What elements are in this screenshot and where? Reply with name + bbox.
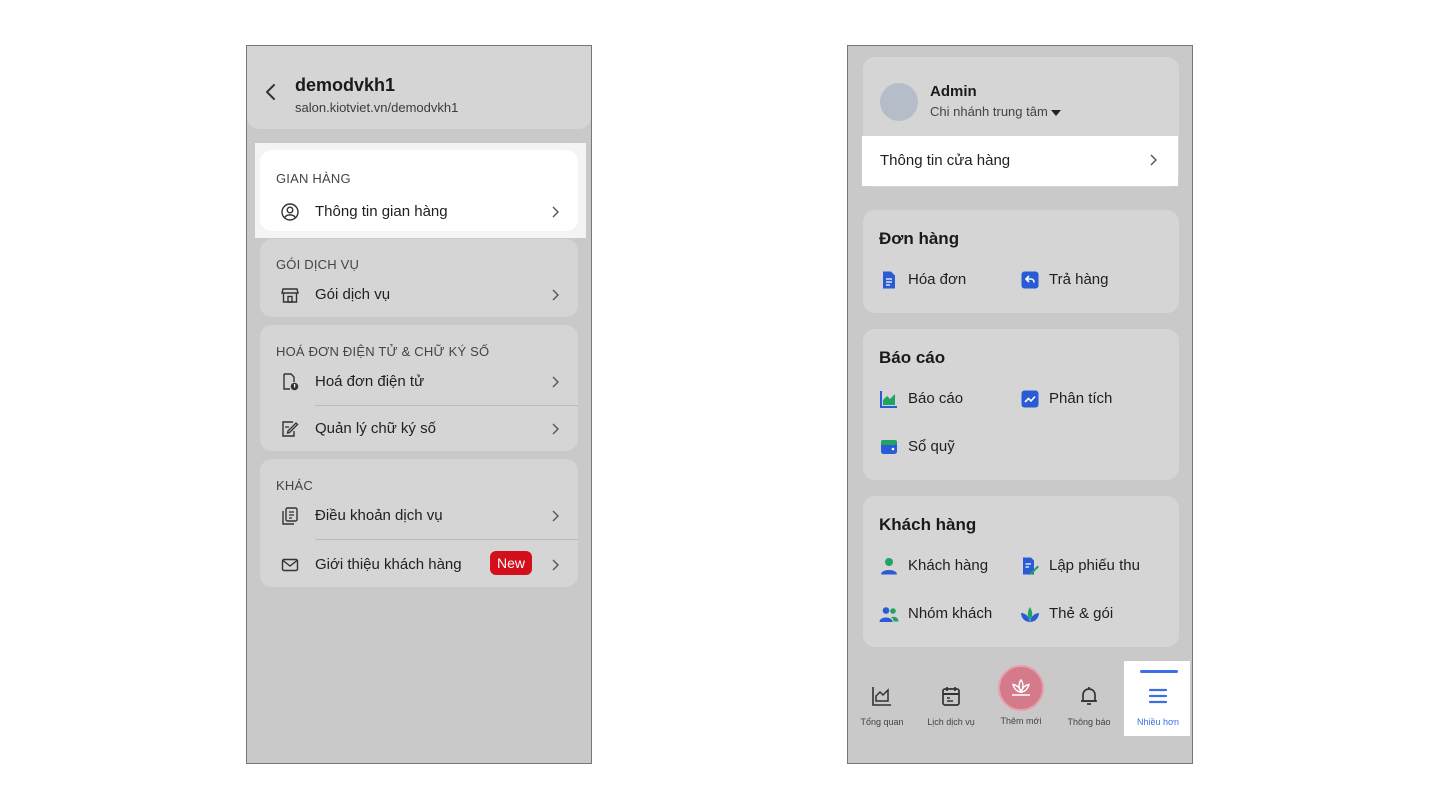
menu-item-thong-tin-gian-hang[interactable]: Thông tin gian hàng bbox=[260, 194, 578, 230]
menu-icon bbox=[1148, 688, 1168, 704]
store-info-button[interactable]: Thông tin cửa hàng bbox=[862, 136, 1178, 186]
tab-notifications[interactable]: Thông báo bbox=[1057, 684, 1121, 734]
chevron-right-icon bbox=[552, 423, 559, 435]
menu-tra-hang[interactable]: Trả hàng bbox=[1020, 268, 1160, 292]
menu-phan-tich[interactable]: Phân tích bbox=[1020, 387, 1160, 411]
menu-label: Phân tích bbox=[1049, 390, 1113, 407]
tab-schedule[interactable]: Lịch dịch vụ bbox=[919, 684, 983, 734]
menu-label: Khách hàng bbox=[908, 557, 989, 574]
menu-label: Thẻ & gói bbox=[1049, 605, 1114, 622]
menu-item-label: Gói dịch vụ bbox=[315, 286, 391, 303]
menu-item-dieu-khoan-dich-vu[interactable]: Điều khoản dịch vụ bbox=[260, 498, 578, 534]
mail-icon bbox=[281, 558, 299, 572]
menu-item-gioi-thieu-khach-hang[interactable]: Giới thiệu khách hàng New bbox=[260, 547, 578, 583]
menu-item-label: Hoá đơn điện tử bbox=[315, 373, 425, 390]
branch-name: Chi nhánh trung tâm bbox=[930, 104, 1048, 119]
section-title: Đơn hàng bbox=[879, 229, 960, 248]
tab-label: Lịch dịch vụ bbox=[927, 717, 975, 727]
add-new-button[interactable] bbox=[998, 665, 1044, 711]
menu-item-goi-dich-vu[interactable]: Gói dịch vụ bbox=[260, 277, 578, 313]
bell-icon bbox=[1081, 687, 1097, 705]
signature-icon bbox=[282, 421, 299, 437]
menu-label: Sổ quỹ bbox=[908, 438, 955, 455]
menu-bao-cao[interactable]: Báo cáo bbox=[879, 387, 999, 411]
section-title: Báo cáo bbox=[879, 348, 946, 367]
menu-label: Báo cáo bbox=[908, 390, 964, 407]
section-title: KHÁC bbox=[276, 478, 313, 493]
tab-label: Nhiều hơn bbox=[1137, 717, 1179, 727]
reports-section: Báo cáo Báo cáo Phân tích Sổ quỹ bbox=[863, 329, 1179, 480]
return-icon bbox=[1021, 271, 1039, 289]
chevron-right-icon bbox=[552, 510, 559, 522]
chevron-right-icon bbox=[1150, 154, 1157, 166]
menu-item-label: Quản lý chữ ký số bbox=[315, 420, 436, 437]
store-icon bbox=[281, 288, 299, 303]
menu-item-hoa-don-dien-tu[interactable]: Hoá đơn điện tử bbox=[260, 364, 578, 400]
menu-khach-hang[interactable]: Khách hàng bbox=[879, 554, 1014, 578]
section-gian-hang: GIAN HÀNG Thông tin gian hàng bbox=[260, 150, 578, 231]
menu-item-quan-ly-chu-ky-so[interactable]: Quản lý chữ ký số bbox=[260, 411, 578, 447]
back-arrow-icon[interactable] bbox=[261, 82, 281, 102]
caret-down-icon bbox=[1050, 109, 1061, 116]
chevron-right-icon bbox=[552, 289, 559, 301]
tab-overview[interactable]: Tổng quan bbox=[850, 684, 914, 734]
wallet-icon bbox=[881, 440, 897, 454]
leaf-card-icon bbox=[1021, 607, 1039, 622]
section-goi-dich-vu: GÓI DỊCH VỤ Gói dịch vụ bbox=[260, 239, 578, 317]
shop-name: demodvkh1 bbox=[295, 75, 396, 95]
shop-url: salon.kiotviet.vn/demodvkh1 bbox=[295, 100, 459, 115]
tab-label: Thông báo bbox=[1067, 717, 1111, 727]
menu-item-label: Điều khoản dịch vụ bbox=[315, 507, 443, 524]
area-chart-icon bbox=[880, 391, 897, 408]
chevron-right-icon bbox=[552, 206, 559, 218]
lotus-icon bbox=[1012, 678, 1030, 696]
active-tab-indicator bbox=[1140, 670, 1178, 673]
chevron-right-icon bbox=[552, 376, 559, 388]
chevron-right-icon bbox=[552, 559, 559, 571]
menu-the-goi[interactable]: Thẻ & gói bbox=[1020, 602, 1160, 626]
section-title: GIAN HÀNG bbox=[276, 171, 351, 186]
orders-section: Đơn hàng Hóa đơn Trả hàng bbox=[863, 210, 1179, 313]
menu-item-label: Thông tin gian hàng bbox=[315, 203, 448, 220]
analytics-icon bbox=[1021, 390, 1039, 408]
menu-label: Hóa đơn bbox=[908, 271, 967, 288]
section-title: Khách hàng bbox=[879, 515, 977, 534]
menu-so-quy[interactable]: Sổ quỹ bbox=[879, 435, 999, 459]
chart-icon bbox=[872, 687, 891, 706]
add-new-label: Thêm mới bbox=[1000, 716, 1042, 726]
avatar[interactable] bbox=[880, 83, 918, 121]
header: demodvkh1 salon.kiotviet.vn/demodvkh1 bbox=[247, 46, 591, 129]
section-khac: KHÁC Điều khoản dịch vụ Giới thiệu khách… bbox=[260, 459, 578, 587]
settings-screen: demodvkh1 salon.kiotviet.vn/demodvkh1 GI… bbox=[246, 45, 592, 764]
user-name: Admin bbox=[930, 83, 977, 100]
receipt-edit-icon bbox=[1023, 557, 1039, 575]
new-badge: New bbox=[490, 551, 533, 575]
section-hoa-don-dien-tu: HOÁ ĐƠN ĐIỆN TỬ & CHỮ KÝ SỐ Hoá đơn điện… bbox=[260, 325, 578, 451]
store-info-label: Thông tin cửa hàng bbox=[880, 152, 1011, 169]
invoice-icon bbox=[883, 271, 895, 289]
menu-label: Trả hàng bbox=[1049, 271, 1109, 288]
menu-lap-phieu-thu[interactable]: Lập phiếu thu bbox=[1020, 554, 1165, 578]
user-circle-icon bbox=[281, 203, 299, 221]
document-icon bbox=[282, 507, 298, 525]
menu-label: Nhóm khách bbox=[908, 605, 993, 622]
menu-label: Lập phiếu thu bbox=[1049, 557, 1140, 574]
user-group-icon bbox=[879, 607, 899, 622]
tab-more[interactable]: Nhiều hơn bbox=[1126, 684, 1190, 734]
customers-section: Khách hàng Khách hàng Lập phiếu thu Nhóm… bbox=[863, 496, 1179, 647]
more-screen: Admin Chi nhánh trung tâm Thông tin cửa … bbox=[847, 45, 1193, 764]
menu-item-label: Giới thiệu khách hàng bbox=[315, 556, 462, 573]
e-invoice-icon bbox=[283, 373, 299, 391]
section-title: HOÁ ĐƠN ĐIỆN TỬ & CHỮ KÝ SỐ bbox=[276, 344, 490, 359]
user-icon bbox=[881, 558, 897, 575]
divider bbox=[315, 539, 578, 540]
menu-hoa-don[interactable]: Hóa đơn bbox=[879, 268, 999, 292]
calendar-icon bbox=[942, 687, 960, 706]
divider bbox=[315, 405, 578, 406]
tab-label: Tổng quan bbox=[860, 717, 904, 727]
branch-selector[interactable]: Chi nhánh trung tâm bbox=[930, 104, 1061, 119]
menu-nhom-khach[interactable]: Nhóm khách bbox=[879, 602, 1014, 626]
section-title: GÓI DỊCH VỤ bbox=[276, 257, 360, 272]
